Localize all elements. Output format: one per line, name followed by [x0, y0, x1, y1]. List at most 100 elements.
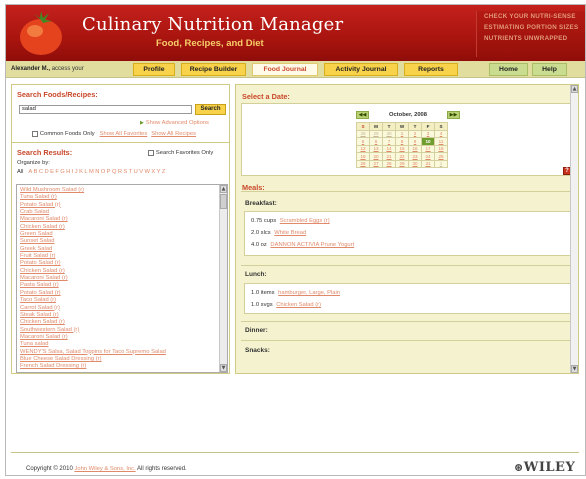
result-item[interactable]: Tuna salad [20, 341, 224, 348]
calendar-day[interactable]: 30 [382, 129, 396, 138]
search-favorites-checkbox[interactable] [148, 149, 154, 156]
promo-link-nutrients-unwrapped[interactable]: NUTRIENTS UNWRAPPED [477, 33, 585, 44]
calendar-day[interactable]: 10 [421, 137, 435, 146]
letter-l[interactable]: L [84, 169, 87, 175]
letter-h[interactable]: H [66, 169, 70, 175]
result-item[interactable]: Carrot Salad (r) [20, 305, 224, 312]
tab-home[interactable]: Home [489, 63, 528, 76]
tab-activity-journal[interactable]: Activity Journal [324, 63, 398, 76]
calendar-day[interactable]: 26 [356, 159, 370, 168]
result-item[interactable]: Southwestern Salad (r) [20, 327, 224, 334]
calendar-day[interactable]: 6 [369, 137, 383, 146]
letter-q[interactable]: Q [112, 169, 117, 175]
calendar-day[interactable]: 17 [421, 144, 435, 153]
calendar-day[interactable]: 2 [408, 129, 422, 138]
calendar-day[interactable]: 28 [382, 159, 396, 168]
show-all-favorites-link[interactable]: Show All Favorites [100, 131, 148, 137]
letter-r[interactable]: R [118, 169, 122, 175]
calendar-day[interactable]: 3 [421, 129, 435, 138]
common-foods-checkbox[interactable] [32, 130, 38, 137]
letter-z[interactable]: Z [162, 169, 166, 175]
calendar-day[interactable]: 29 [369, 129, 383, 138]
letter-n[interactable]: N [95, 169, 99, 175]
double-right-arrow-icon[interactable]: ▶▶ [447, 111, 460, 119]
letter-k[interactable]: K [79, 169, 83, 175]
calendar-day[interactable]: 16 [408, 144, 422, 153]
letter-all[interactable]: All [17, 169, 23, 175]
calendar-day[interactable]: 9 [408, 137, 422, 146]
advanced-options[interactable]: ▶ Show Advanced Options [140, 119, 209, 126]
advanced-options-link[interactable]: Show Advanced Options [146, 120, 209, 126]
calendar-day[interactable]: 24 [421, 152, 435, 161]
result-item[interactable]: Chicken Salad (r) [20, 224, 224, 231]
tab-food-journal[interactable]: Food Journal [252, 63, 318, 76]
calendar-day[interactable]: 23 [408, 152, 422, 161]
search-button[interactable]: Search [195, 104, 226, 115]
letter-u[interactable]: U [134, 169, 138, 175]
scroll-up-icon[interactable]: ▲ [571, 85, 578, 93]
letter-d[interactable]: D [44, 169, 48, 175]
calendar-day[interactable]: 30 [408, 159, 422, 168]
result-item[interactable]: Fruit Salad (r) [20, 253, 224, 260]
letter-s[interactable]: S [123, 169, 127, 175]
calendar-day[interactable]: 21 [382, 152, 396, 161]
result-item[interactable]: Crab Salad [20, 209, 224, 216]
result-item[interactable]: Potato Salad (r) [20, 260, 224, 267]
letter-y[interactable]: Y [157, 169, 161, 175]
result-item[interactable]: Macaroni Salad (r) [20, 334, 224, 341]
meal-food-link[interactable]: DANNON ACTIVIA Prune Yogurt [270, 242, 354, 248]
search-input[interactable]: salad [19, 105, 192, 114]
letter-i[interactable]: I [72, 169, 74, 175]
meal-food-link[interactable]: hamburger, Large, Plain [278, 290, 340, 296]
letter-c[interactable]: C [39, 169, 43, 175]
letter-p[interactable]: P [107, 169, 111, 175]
results-scrollbar[interactable]: ▲ ▼ [219, 185, 227, 372]
calendar-day[interactable]: 29 [395, 159, 409, 168]
meal-food-link[interactable]: Scrambled Eggs (r) [280, 218, 330, 224]
calendar-day[interactable]: 19 [356, 152, 370, 161]
result-item[interactable]: Wild Mushroom Salad (r) [20, 187, 224, 194]
calendar-day[interactable]: 25 [434, 152, 448, 161]
calendar-day[interactable]: 8 [395, 137, 409, 146]
meal-food-link[interactable]: White Bread [274, 230, 306, 236]
calendar-day[interactable]: 13 [369, 144, 383, 153]
calendar-day[interactable]: 31 [421, 159, 435, 168]
result-item[interactable]: Potato Salad (r) [20, 202, 224, 209]
show-all-recipes-link[interactable]: Show All Recipes [151, 131, 196, 137]
letter-b[interactable]: B [34, 169, 38, 175]
result-item[interactable]: Steak Salad (r) [20, 312, 224, 319]
letter-g[interactable]: G [60, 169, 65, 175]
result-item[interactable]: Sunset Salad [20, 238, 224, 245]
letter-o[interactable]: O [101, 169, 106, 175]
letter-f[interactable]: F [55, 169, 59, 175]
letter-x[interactable]: X [151, 169, 155, 175]
journal-scrollbar[interactable]: ▲ ▼ [570, 85, 578, 373]
result-item[interactable]: Taco Salad (r) [20, 297, 224, 304]
scroll-thumb[interactable] [220, 194, 227, 209]
tab-reports[interactable]: Reports [404, 63, 458, 76]
calendar-day[interactable]: 18 [434, 144, 448, 153]
letter-a[interactable]: A [28, 169, 32, 175]
meal-food-link[interactable]: Chicken Salad (r) [276, 302, 321, 308]
result-item[interactable]: Greek Salad [20, 246, 224, 253]
calendar-day[interactable]: 4 [434, 129, 448, 138]
calendar-day[interactable]: 11 [434, 137, 448, 146]
result-item[interactable]: WENDY'S Salsa, Salad Toppins for Taco Su… [20, 349, 224, 356]
result-item[interactable]: Chicken Salad (r) [20, 268, 224, 275]
promo-link-nutri-sense[interactable]: CHECK YOUR NUTRI-SENSE [477, 11, 585, 22]
calendar-day[interactable]: 12 [356, 144, 370, 153]
double-left-arrow-icon[interactable]: ◀◀ [356, 111, 369, 119]
result-item[interactable]: French Salad Dressing (r) [20, 363, 224, 370]
calendar-day[interactable]: 14 [382, 144, 396, 153]
result-item[interactable]: Potato Salad (r) [20, 290, 224, 297]
calendar-day[interactable]: 28 [356, 129, 370, 138]
scroll-down-icon[interactable]: ▼ [220, 364, 227, 372]
letter-j[interactable]: J [75, 169, 78, 175]
scroll-up-icon[interactable]: ▲ [220, 185, 227, 193]
promo-link-portion-sizes[interactable]: ESTIMATING PORTION SIZES [477, 22, 585, 33]
result-item[interactable]: Chicken Salad (r) [20, 319, 224, 326]
calendar-day[interactable]: 27 [369, 159, 383, 168]
result-item[interactable]: Pasta Salad (r) [20, 282, 224, 289]
result-item[interactable]: Macaroni Salad (r) [20, 216, 224, 223]
letter-m[interactable]: M [89, 169, 94, 175]
